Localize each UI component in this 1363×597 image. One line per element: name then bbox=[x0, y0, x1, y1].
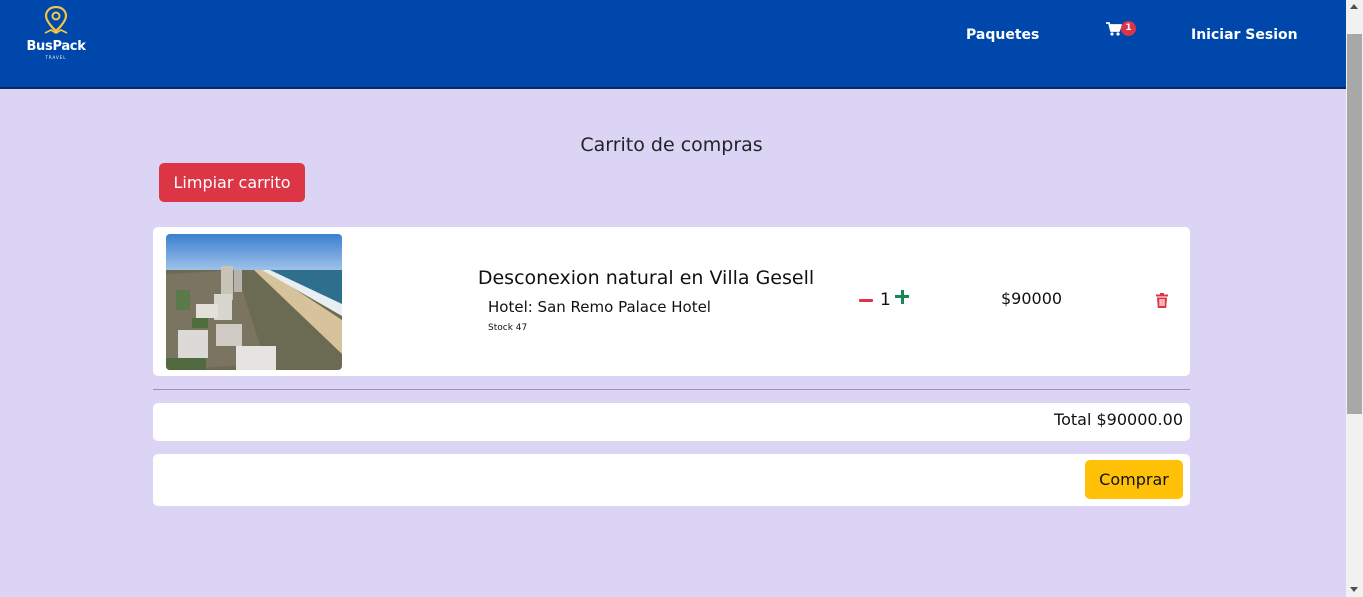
cart-total: Total $90000.00 bbox=[1054, 410, 1183, 429]
product-stock: Stock 47 bbox=[488, 323, 528, 333]
cart-count-badge: 1 bbox=[1121, 21, 1136, 36]
buy-button[interactable]: Comprar bbox=[1085, 460, 1183, 499]
nav-link-login[interactable]: Iniciar Sesion bbox=[1191, 27, 1298, 43]
beach-city-aerial-photo bbox=[166, 234, 342, 370]
cart-button[interactable]: 1 bbox=[1105, 20, 1139, 42]
quantity-value: 1 bbox=[880, 290, 891, 310]
nav-link-paquetes[interactable]: Paquetes bbox=[966, 27, 1039, 43]
logo-subtitle: TRAVEL bbox=[45, 55, 67, 60]
map-pin-icon bbox=[44, 6, 68, 35]
divider bbox=[153, 389, 1190, 390]
scrollbar[interactable] bbox=[1346, 0, 1363, 597]
product-title: Desconexion natural en Villa Gesell bbox=[477, 267, 815, 289]
scroll-up-arrow-icon[interactable] bbox=[1350, 4, 1358, 9]
plus-icon-stroke bbox=[900, 290, 904, 304]
checkout-card: Comprar bbox=[153, 454, 1190, 506]
increase-quantity-button[interactable] bbox=[895, 290, 909, 304]
navbar: BusPack TRAVEL Paquetes 1 Iniciar Sesion bbox=[0, 0, 1346, 89]
total-card: Total $90000.00 bbox=[153, 403, 1190, 441]
logo[interactable]: BusPack TRAVEL bbox=[22, 6, 92, 62]
shopping-cart-icon bbox=[1106, 22, 1122, 36]
product-hotel: Hotel: San Remo Palace Hotel bbox=[488, 298, 711, 316]
cart-item-card: Desconexion natural en Villa Gesell Hote… bbox=[153, 227, 1190, 376]
page-title: Carrito de compras bbox=[580, 134, 763, 156]
scrollbar-thumb[interactable] bbox=[1347, 34, 1362, 414]
logo-title: BusPack bbox=[26, 39, 86, 54]
trash-icon[interactable] bbox=[1156, 293, 1168, 308]
clear-cart-button[interactable]: Limpiar carrito bbox=[159, 163, 305, 202]
product-image bbox=[166, 234, 342, 370]
minus-icon bbox=[859, 299, 873, 302]
product-price: $90000 bbox=[1001, 289, 1063, 308]
scroll-down-arrow-icon[interactable] bbox=[1350, 587, 1358, 592]
